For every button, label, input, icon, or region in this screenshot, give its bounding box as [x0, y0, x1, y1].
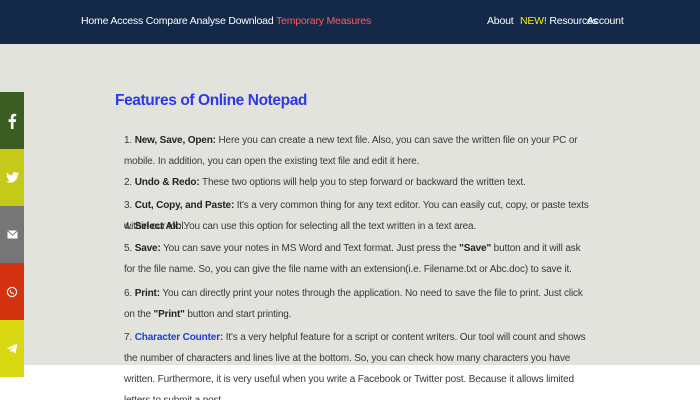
whatsapp-share-button[interactable]: [0, 263, 24, 320]
main-menu: Home Access Compare Analyse Download Tem…: [81, 15, 371, 27]
item-term: New, Save, Open:: [134, 135, 216, 146]
top-navigation-bar: Home Access Compare Analyse Download Tem…: [0, 0, 700, 44]
item-number: 3.: [124, 200, 133, 211]
feature-item-select-all: 4. Select All: You can use this option f…: [124, 216, 594, 237]
item-text: You can use this option for selecting al…: [181, 221, 477, 232]
item-text: You can save your notes in MS Word and T…: [160, 243, 460, 254]
save-button-reference: "Save": [459, 243, 492, 254]
nav-account-wrap: Account: [587, 15, 624, 27]
item-term: Undo & Redo:: [134, 177, 200, 188]
item-text: button and start printing.: [184, 309, 292, 320]
nav-home[interactable]: Home: [81, 15, 108, 27]
item-number: 5.: [124, 243, 133, 254]
print-button-reference: "Print": [153, 309, 185, 320]
facebook-share-button[interactable]: [0, 92, 24, 149]
nav-download[interactable]: Download: [228, 15, 273, 27]
nav-about[interactable]: About: [487, 15, 514, 27]
item-term: Select All:: [134, 221, 182, 232]
feature-item-save: 5. Save: You can save your notes in MS W…: [124, 238, 594, 280]
new-badge: NEW!: [520, 15, 547, 27]
item-number: 2.: [124, 177, 133, 188]
facebook-icon: [8, 113, 17, 129]
character-counter-link[interactable]: Character Counter:: [135, 332, 224, 343]
whatsapp-icon: [6, 286, 18, 297]
email-icon: [6, 230, 18, 239]
nav-temporary-measures[interactable]: Temporary Measures: [276, 15, 371, 27]
item-number: 4.: [124, 221, 133, 232]
feature-item-character-counter: 7. Character Counter: It's a very helpfu…: [124, 327, 594, 400]
feature-item-new-save-open: 1. New, Save, Open: Here you can create …: [124, 130, 594, 172]
page-title: Features of Online Notepad: [115, 92, 307, 109]
item-text: These two options will help you to step …: [199, 177, 526, 188]
item-number: 6.: [124, 288, 133, 299]
item-term: Cut, Copy, and Paste:: [134, 200, 235, 211]
telegram-icon: [6, 343, 18, 354]
nav-about-wrap: About: [487, 15, 514, 27]
item-number: 1.: [124, 135, 133, 146]
nav-access[interactable]: Access: [110, 15, 143, 27]
twitter-icon: [5, 172, 19, 183]
item-term: Save:: [134, 243, 161, 254]
nav-analyse[interactable]: Analyse: [190, 15, 226, 27]
nav-compare[interactable]: Compare: [146, 15, 188, 27]
email-share-button[interactable]: [0, 206, 24, 263]
nav-account[interactable]: Account: [587, 15, 624, 27]
telegram-share-button[interactable]: [0, 320, 24, 377]
item-number: 7.: [124, 332, 133, 343]
feature-item-print: 6. Print: You can directly print your no…: [124, 283, 594, 325]
feature-item-undo-redo: 2. Undo & Redo: These two options will h…: [124, 172, 594, 193]
twitter-share-button[interactable]: [0, 149, 24, 206]
item-term: Print:: [134, 288, 160, 299]
